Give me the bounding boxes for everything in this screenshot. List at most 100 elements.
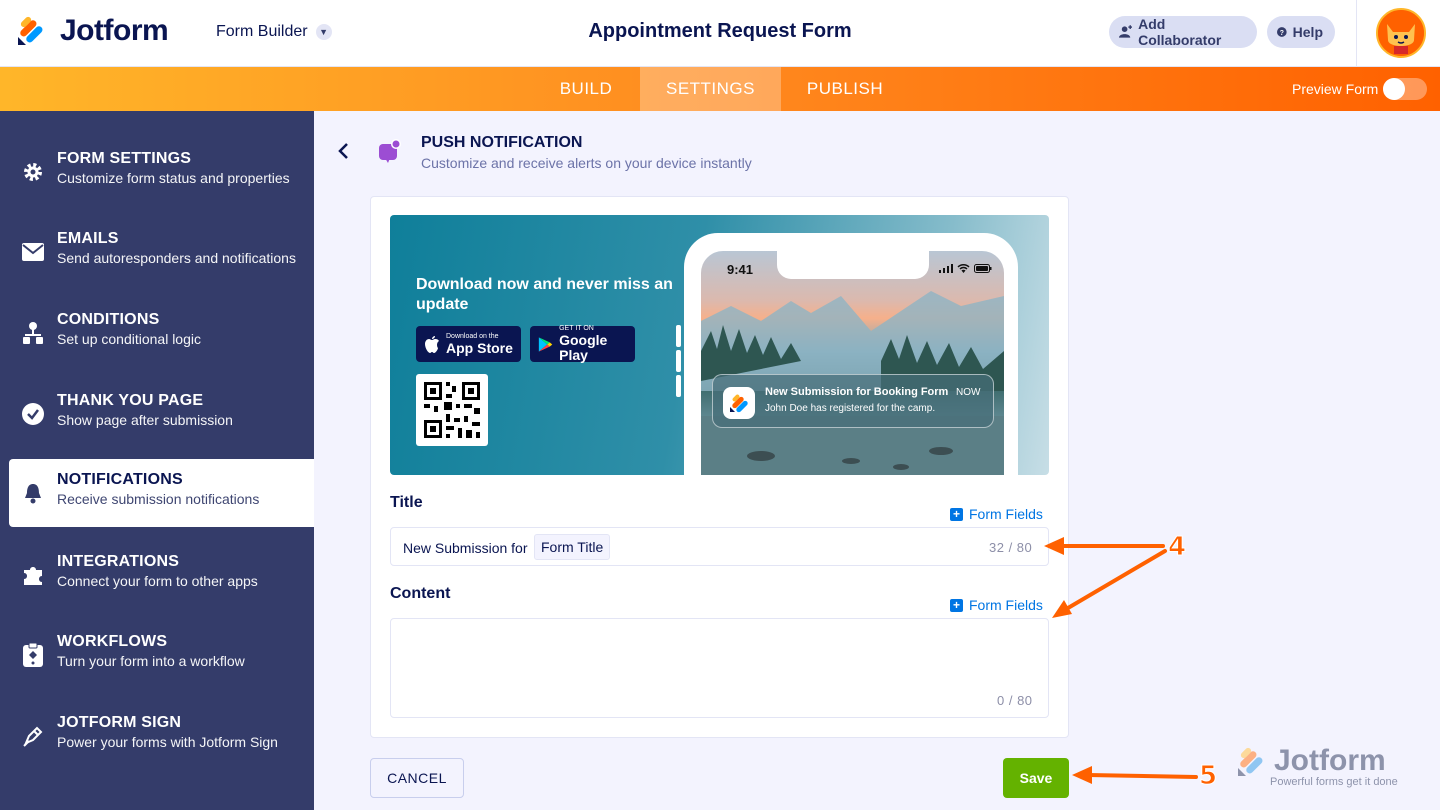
jotform-logo[interactable]: Jotform (16, 14, 169, 48)
back-arrow-icon[interactable] (336, 140, 354, 162)
notification-time: NOW (956, 387, 981, 398)
toggle-knob (1383, 78, 1405, 100)
content-char-counter: 0 / 80 (997, 693, 1033, 708)
content-label: Content (390, 585, 451, 602)
puzzle-icon (21, 563, 45, 587)
user-avatar[interactable] (1376, 8, 1426, 58)
content-textarea[interactable]: 0 / 80 (390, 618, 1049, 718)
envelope-icon (21, 240, 45, 264)
cancel-button[interactable]: CANCEL (370, 758, 464, 798)
header-divider (1356, 0, 1357, 67)
step-4-marker: 4 (1167, 532, 1187, 563)
app-store-name: App Store (446, 339, 513, 356)
sidebar-item-title: INTEGRATIONS (57, 553, 180, 570)
sidebar-item-subtitle: Power your forms with Jotform Sign (57, 734, 278, 750)
title-char-counter: 32 / 80 (989, 540, 1033, 555)
jotform-watermark-icon (1238, 747, 1263, 776)
panel-subtitle: Customize and receive alerts on your dev… (421, 155, 752, 171)
builder-tabs: BUILD SETTINGS PUBLISH Preview Form (0, 67, 1440, 111)
banner-headline: Download now and never miss an update (416, 276, 673, 313)
sidebar-item-title: THANK YOU PAGE (57, 392, 204, 409)
sidebar-item-title: FORM SETTINGS (57, 150, 192, 167)
notification-title: New Submission for Booking Form (765, 386, 949, 398)
help-button[interactable]: ? Help (1267, 16, 1335, 48)
form-builder-label: Form Builder (216, 23, 308, 40)
sidebar-item-subtitle: Send autoresponders and notifications (57, 250, 296, 266)
sidebar-item-subtitle: Customize form status and properties (57, 170, 290, 186)
sidebar-item-workflows[interactable]: WORKFLOWS Turn your form into a workflow (9, 621, 314, 689)
chevron-down-icon: ▼ (315, 24, 332, 40)
jotform-watermark: Jotform Powerful forms get it done (1236, 744, 1426, 794)
sidebar-item-subtitle: Receive submission notifications (57, 491, 260, 507)
watermark-tagline: Powerful forms get it done (1270, 776, 1398, 788)
title-form-fields-link[interactable]: + Form Fields (950, 506, 1043, 522)
preview-form-toggle[interactable] (1383, 78, 1427, 100)
tab-publish[interactable]: PUBLISH (781, 67, 909, 111)
check-circle-icon (21, 402, 45, 426)
sidebar-item-subtitle: Show page after submission (57, 412, 233, 428)
preview-form-label: Preview Form (1292, 81, 1379, 97)
workflow-icon (21, 643, 45, 667)
app-download-banner: Download now and never miss an update Do… (390, 215, 1049, 475)
google-play-icon (538, 336, 553, 352)
app-store-button[interactable]: Download on the App Store (416, 326, 521, 362)
phone-notch (777, 251, 929, 279)
notification-preview: New Submission for Booking Form John Doe… (712, 374, 994, 428)
google-play-name: Google Play (559, 332, 608, 363)
tab-build[interactable]: BUILD (532, 67, 640, 111)
landscape-image (701, 291, 1004, 475)
battery-icon (974, 264, 992, 273)
phone-screen: 9:41 New Submission for Booking Form Joh… (701, 251, 1004, 475)
jotform-app-icon (723, 387, 755, 419)
sidebar-item-integrations[interactable]: INTEGRATIONS Connect your form to other … (9, 541, 314, 609)
sidebar-item-emails[interactable]: EMAILS Send autoresponders and notificat… (9, 218, 314, 286)
plus-icon: + (950, 507, 963, 521)
google-play-button[interactable]: GET IT ON Google Play (530, 325, 635, 363)
add-collaborator-button[interactable]: Add Collaborator (1109, 16, 1257, 48)
form-fields-label: Form Fields (969, 597, 1043, 613)
arrow-to-save-button (1072, 766, 1198, 784)
add-collaborator-label: Add Collaborator (1138, 16, 1222, 48)
sidebar-item-title: NOTIFICATIONS (57, 471, 183, 488)
form-builder-dropdown[interactable]: Form Builder ▼ (216, 23, 332, 41)
sidebar-item-subtitle: Connect your form to other apps (57, 573, 258, 589)
sidebar-item-title: CONDITIONS (57, 311, 160, 328)
help-label: Help (1292, 24, 1323, 40)
title-input[interactable]: New Submission for Form Title 32 / 80 (390, 527, 1049, 566)
add-user-icon (1119, 25, 1133, 38)
sidebar-item-thank-you-page[interactable]: THANK YOU PAGE Show page after submissio… (9, 380, 314, 448)
sidebar-item-form-settings[interactable]: FORM SETTINGS Customize form status and … (9, 138, 314, 206)
form-title-tag[interactable]: Form Title (534, 534, 611, 560)
sidebar-item-title: JOTFORM SIGN (57, 714, 182, 731)
svg-text:?: ? (1280, 30, 1284, 37)
form-fields-label: Form Fields (969, 506, 1043, 522)
sidebar-item-notifications[interactable]: NOTIFICATIONS Receive submission notific… (9, 459, 314, 527)
push-notification-icon (378, 139, 402, 163)
watermark-brand: Jotform (1274, 744, 1386, 777)
sidebar-item-jotform-sign[interactable]: JOTFORM SIGN Power your forms with Jotfo… (9, 702, 314, 770)
phone-time: 9:41 (727, 262, 754, 277)
brand-name: Jotform (60, 14, 169, 47)
apple-icon (425, 335, 439, 353)
phone-side-button (676, 375, 681, 397)
sidebar-item-title: WORKFLOWS (57, 633, 168, 650)
help-icon: ? (1277, 27, 1287, 37)
pen-icon (21, 724, 45, 748)
settings-sidebar: FORM SETTINGS Customize form status and … (0, 111, 314, 810)
qr-code (416, 374, 488, 446)
hierarchy-icon (21, 321, 45, 345)
content-form-fields-link[interactable]: + Form Fields (950, 597, 1043, 613)
sidebar-item-conditions[interactable]: CONDITIONS Set up conditional logic (9, 299, 314, 367)
phone-side-button (676, 350, 681, 372)
wifi-icon (957, 264, 970, 273)
tab-settings[interactable]: SETTINGS (640, 67, 781, 111)
title-input-text: New Submission for (403, 540, 528, 556)
step-5-marker: 5 (1198, 761, 1218, 792)
notification-body: John Doe has registered for the camp. (765, 403, 936, 414)
save-button[interactable]: Save (1003, 758, 1069, 798)
sidebar-item-title: EMAILS (57, 230, 119, 247)
plus-icon: + (950, 598, 963, 612)
top-header: Jotform Form Builder ▼ Appointment Reque… (0, 0, 1440, 67)
title-label: Title (390, 494, 423, 511)
gear-icon (21, 160, 45, 184)
